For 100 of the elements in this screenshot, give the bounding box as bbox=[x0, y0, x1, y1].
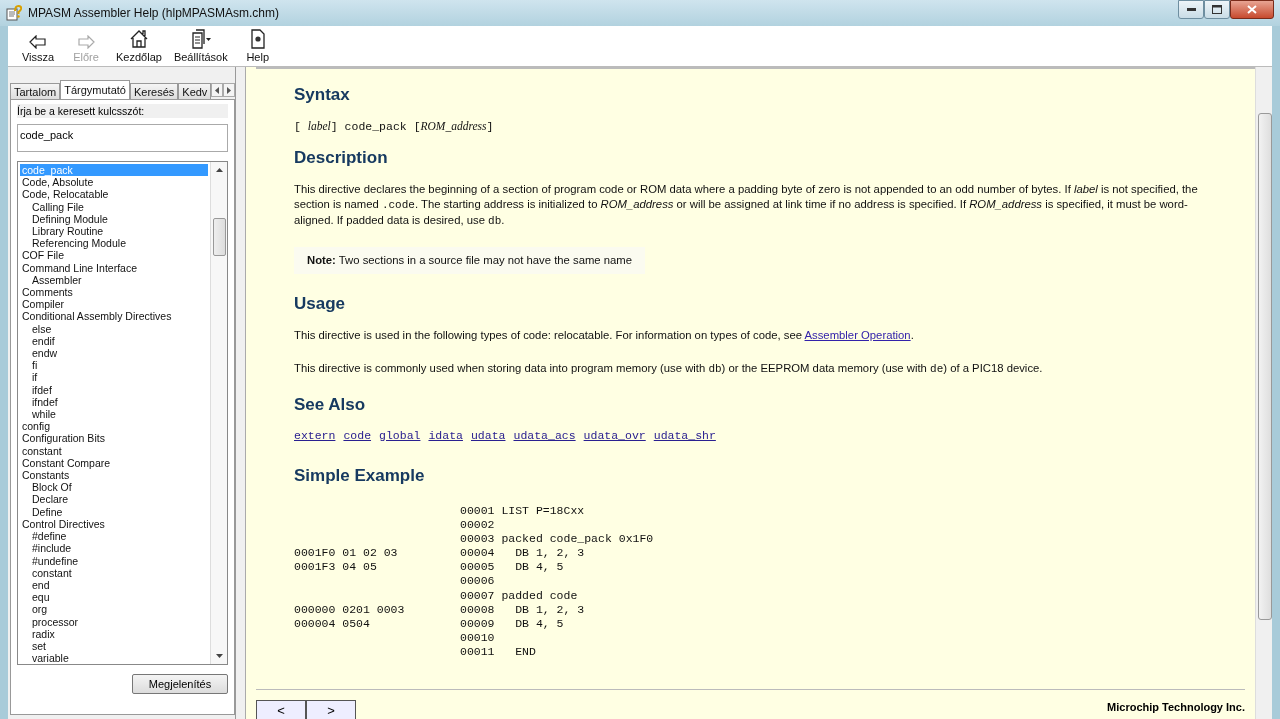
section-heading: Syntax bbox=[294, 85, 351, 105]
scrollbar-thumb[interactable] bbox=[1258, 113, 1272, 620]
see-also-link[interactable]: udata bbox=[470, 429, 506, 442]
index-item[interactable]: Block Of bbox=[20, 481, 208, 494]
keyword-field[interactable]: code_pack bbox=[17, 124, 228, 152]
index-item[interactable]: Declare bbox=[20, 493, 208, 506]
index-item[interactable]: Constants bbox=[20, 469, 208, 482]
see-also-link[interactable]: idata bbox=[428, 429, 463, 442]
section-heading: See Also bbox=[294, 395, 367, 415]
index-item[interactable]: Define bbox=[20, 505, 208, 518]
index-item[interactable]: end bbox=[20, 578, 208, 592]
index-item[interactable]: set bbox=[20, 639, 208, 653]
index-item[interactable]: endif bbox=[20, 334, 208, 348]
index-item[interactable]: Assembler bbox=[20, 273, 208, 287]
source-line: 00002 bbox=[460, 518, 495, 533]
section-heading: Description bbox=[294, 148, 389, 168]
tab-scroll-right-button[interactable] bbox=[223, 83, 235, 97]
minimize-button[interactable] bbox=[1178, 0, 1204, 19]
index-item[interactable]: Referencing Module bbox=[20, 237, 208, 250]
index-item[interactable]: if bbox=[20, 371, 208, 384]
index-item[interactable]: Calling File bbox=[20, 200, 208, 213]
index-item[interactable]: Code, Absolute bbox=[20, 176, 208, 189]
index-item[interactable]: constant bbox=[20, 444, 208, 457]
source-line: 00005 DB 4, 5 bbox=[460, 560, 564, 575]
index-item[interactable]: Command Line Interface bbox=[20, 261, 208, 274]
footer-text: Microchip Technology Inc. bbox=[1107, 701, 1245, 713]
index-item[interactable]: #include bbox=[20, 542, 208, 555]
index-item[interactable]: Constant Compare bbox=[20, 456, 208, 470]
document-options-icon bbox=[189, 29, 212, 49]
nav-button[interactable]: < bbox=[256, 700, 306, 719]
help-document-icon bbox=[249, 29, 266, 49]
left-triangle-icon bbox=[215, 86, 220, 94]
index-item[interactable]: variable bbox=[20, 652, 208, 664]
close-button[interactable] bbox=[1230, 0, 1274, 19]
section-heading: Simple Example bbox=[294, 466, 426, 486]
display-button[interactable]: Megjelenítés bbox=[132, 674, 228, 694]
scroll-up-icon bbox=[215, 168, 223, 172]
help-app-icon bbox=[6, 5, 22, 21]
nav-button[interactable]: > bbox=[306, 700, 356, 719]
source-line: 00010 bbox=[460, 630, 495, 645]
section-heading: Usage bbox=[294, 294, 347, 314]
index-item[interactable]: Library Routine bbox=[20, 225, 208, 238]
index-item[interactable]: Comments bbox=[20, 286, 208, 299]
index-item[interactable]: equ bbox=[20, 591, 208, 604]
toolbar-button[interactable]: Kezdőlap bbox=[112, 29, 166, 66]
toolbar-button[interactable]: Help bbox=[235, 29, 280, 66]
index-item[interactable]: Defining Module bbox=[20, 212, 208, 225]
syntax-line: [ label] code_pack [ROM_address] bbox=[294, 119, 495, 134]
index-item[interactable]: ifndef bbox=[20, 395, 208, 409]
index-item[interactable]: Configuration Bits bbox=[20, 432, 208, 445]
index-item[interactable]: while bbox=[20, 408, 208, 421]
index-item[interactable]: fi bbox=[20, 359, 208, 372]
source-line: 00007 padded code bbox=[460, 588, 578, 603]
tab[interactable]: Tartalom bbox=[10, 83, 61, 99]
index-item[interactable]: #undefine bbox=[20, 554, 208, 567]
maximize-button[interactable] bbox=[1204, 0, 1230, 19]
page-scrollbar[interactable] bbox=[1255, 67, 1272, 719]
scrollbar-thumb[interactable] bbox=[212, 218, 226, 256]
see-also-link[interactable]: global bbox=[379, 429, 421, 442]
right-triangle-icon bbox=[227, 86, 232, 94]
index-item[interactable]: Conditional Assembly Directives bbox=[20, 310, 208, 323]
index-item[interactable]: config bbox=[20, 420, 208, 433]
tab-scroll-left-button[interactable] bbox=[211, 83, 224, 97]
source-line: 00004 DB 1, 2, 3 bbox=[460, 546, 585, 561]
toolbar-button[interactable]: Beállítások bbox=[169, 29, 232, 66]
scroll-down-icon bbox=[215, 654, 223, 658]
maximize-icon bbox=[1212, 5, 1222, 14]
toolbar-button[interactable]: Vissza bbox=[16, 35, 60, 66]
see-also-link[interactable]: udata_ovr bbox=[583, 429, 646, 442]
index-item[interactable]: #define bbox=[20, 530, 208, 543]
source-line: 00008 DB 1, 2, 3 bbox=[460, 602, 585, 617]
index-item[interactable]: Compiler bbox=[20, 298, 208, 311]
index-item[interactable]: Control Directives bbox=[20, 517, 208, 531]
see-also-link[interactable]: udata_shr bbox=[653, 429, 716, 442]
index-item[interactable]: radix bbox=[20, 627, 208, 640]
paragraph: This directive is commonly used when storing data into program memory (use with db) or the EEPROM data memory (use with de) of a PIC18 device. bbox=[294, 361, 1044, 377]
index-item[interactable]: else bbox=[20, 322, 208, 335]
index-item[interactable]: ifdef bbox=[20, 383, 208, 396]
tab[interactable]: Tárgymutató bbox=[60, 80, 130, 99]
see-also-link[interactable]: code bbox=[343, 429, 372, 442]
index-item[interactable]: Code, Relocatable bbox=[20, 188, 208, 201]
see-also-link[interactable]: udata_acs bbox=[513, 429, 576, 442]
see-also-link[interactable]: extern bbox=[294, 429, 336, 442]
keyword-prompt: Írja be a keresett kulcsszót: bbox=[17, 104, 228, 118]
forward-arrow-icon bbox=[77, 35, 95, 49]
tab[interactable]: Kedv bbox=[178, 83, 212, 99]
note: Note: Two sections in a source file may not have the same name bbox=[294, 247, 646, 274]
index-item[interactable]: endw bbox=[20, 347, 208, 360]
object-code: 000004 0504 bbox=[294, 616, 370, 630]
minimize-icon bbox=[1186, 7, 1196, 12]
back-arrow-icon bbox=[29, 35, 47, 49]
scrollbar[interactable] bbox=[210, 162, 227, 664]
index-item[interactable]: org bbox=[20, 603, 208, 616]
link[interactable]: Assembler Operation bbox=[804, 329, 911, 341]
source-line: 00001 LIST P=18Cxx bbox=[460, 504, 585, 519]
index-item[interactable]: processor bbox=[20, 615, 208, 628]
index-item[interactable]: COF File bbox=[20, 249, 208, 262]
index-item[interactable]: constant bbox=[20, 566, 208, 579]
tab[interactable]: Keresés bbox=[129, 83, 179, 99]
paragraph: This directive declares the beginning of a section of program code or ROM data where a padding byte of zero is not appended to an odd number of bytes. If label is not specified, the section is named .code. The starting address is initialized to ROM_address or will be assigned at link time if no address is specified. If ROM_address is specified, it must be word-aligned. If padded data is desired, use db. bbox=[294, 182, 1199, 229]
